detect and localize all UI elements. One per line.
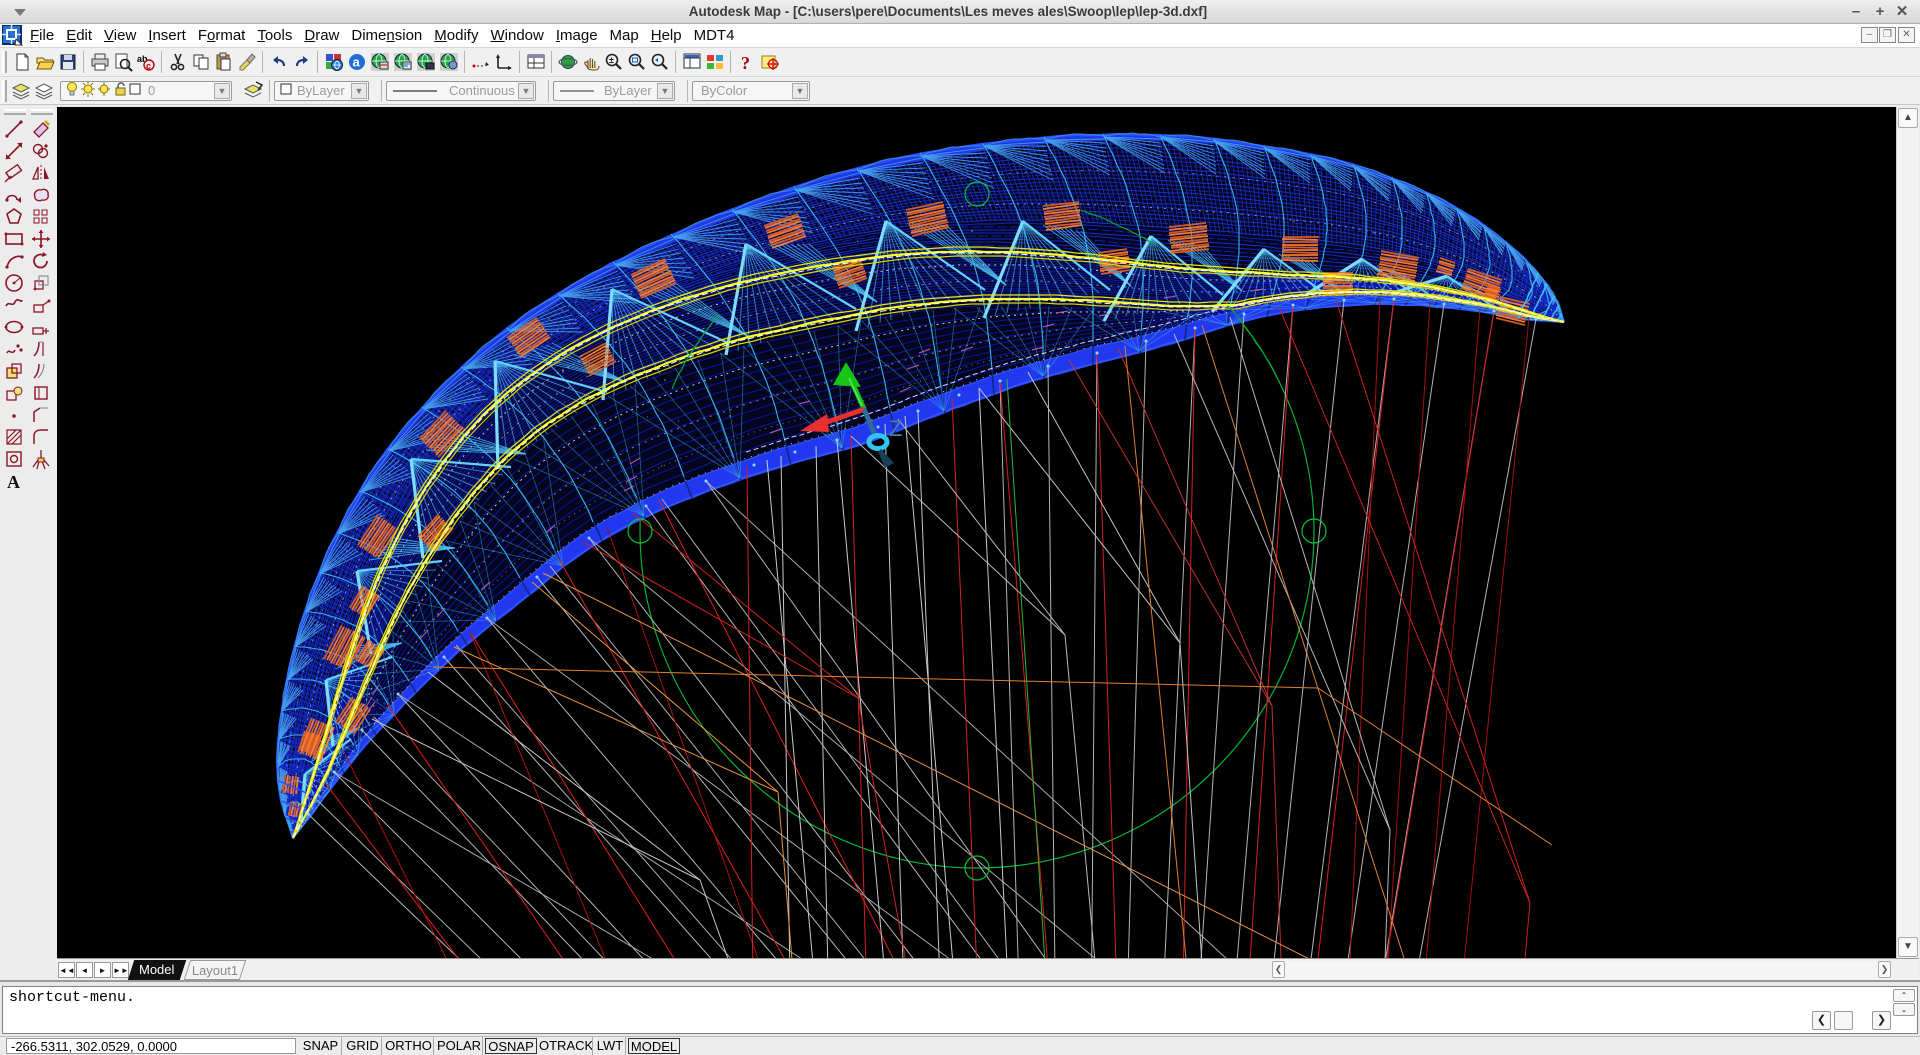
- svg-text:a: a: [352, 55, 360, 70]
- svg-text:±: ±: [609, 55, 614, 65]
- svg-text:?: ?: [741, 53, 750, 72]
- svg-text:c: c: [146, 61, 151, 71]
- svg-text:Z: Z: [889, 416, 902, 441]
- svg-text:A: A: [7, 472, 20, 492]
